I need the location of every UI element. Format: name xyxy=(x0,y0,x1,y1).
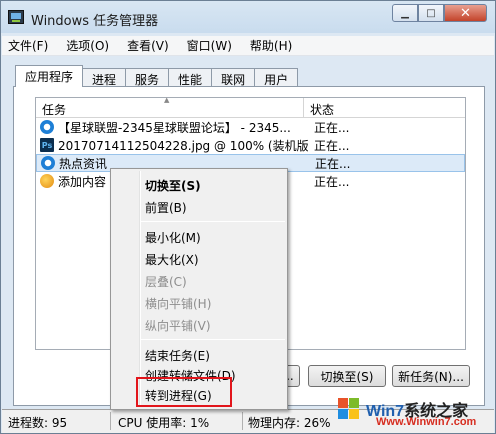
list-header: ▲ 任务 状态 xyxy=(36,96,465,118)
emoji-icon xyxy=(40,174,54,188)
menu-options[interactable]: 选项(O) xyxy=(66,37,109,54)
close-button[interactable]: ✕ xyxy=(444,4,487,22)
menu-item-tile-horizontal: 横向平铺(H) xyxy=(145,297,212,311)
menu-help[interactable]: 帮助(H) xyxy=(250,37,292,54)
tab-applications[interactable]: 应用程序 xyxy=(15,65,84,87)
context-menu: 切换至(S) 前置(B) 最小化(M) 最大化(X) 层叠(C) 横向平铺(H)… xyxy=(110,168,288,410)
menu-item-switch-to[interactable]: 切换至(S) xyxy=(145,177,201,194)
task-status: 正在... xyxy=(314,138,350,153)
ie-icon xyxy=(41,156,55,170)
ie-icon xyxy=(40,120,54,134)
maximize-button[interactable]: □ xyxy=(418,4,444,22)
close-icon: ✕ xyxy=(460,5,471,21)
process-count: 进程数: 95 xyxy=(8,416,68,430)
menu-separator xyxy=(141,221,285,222)
tab-performance[interactable]: 性能 xyxy=(168,68,213,87)
table-row[interactable]: Ps 20170714112504228.jpg @ 100% (装机版,...… xyxy=(36,136,465,154)
task-status: 正在... xyxy=(315,156,351,171)
menu-view[interactable]: 查看(V) xyxy=(127,37,169,54)
table-row[interactable]: 【星球联盟-2345星球联盟论坛】 - 2345... 正在... xyxy=(36,118,465,136)
task-manager-icon xyxy=(8,10,24,24)
windows-logo-icon xyxy=(338,398,360,420)
column-task[interactable]: 任务 xyxy=(36,98,304,118)
column-status[interactable]: 状态 xyxy=(304,98,464,118)
tab-services[interactable]: 服务 xyxy=(125,68,170,87)
new-task-button[interactable]: 新任务(N)... xyxy=(392,365,470,387)
window-title: Windows 任务管理器 xyxy=(31,14,159,29)
status-divider xyxy=(110,412,111,430)
menu-item-minimize[interactable]: 最小化(M) xyxy=(145,229,201,246)
task-name: 【星球联盟-2345星球联盟论坛】 - 2345... xyxy=(58,120,291,135)
menu-item-bring-to-front[interactable]: 前置(B) xyxy=(145,199,187,216)
menu-separator xyxy=(141,339,285,340)
window-controls: ▁ □ ✕ xyxy=(392,4,487,22)
tab-users[interactable]: 用户 xyxy=(254,68,299,87)
task-status: 正在... xyxy=(314,174,350,189)
status-divider xyxy=(242,412,243,430)
menu-item-end-task[interactable]: 结束任务(E) xyxy=(145,347,210,364)
maximize-icon: □ xyxy=(426,7,436,19)
tab-strip: 应用程序 进程 服务 性能 联网 用户 xyxy=(15,65,299,87)
minimize-icon: ▁ xyxy=(401,7,409,19)
menu-item-maximize[interactable]: 最大化(X) xyxy=(145,251,199,268)
watermark-url: Www.Winwin7.com xyxy=(376,416,477,428)
menu-file[interactable]: 文件(F) xyxy=(8,37,48,54)
tab-processes[interactable]: 进程 xyxy=(82,68,127,87)
sort-up-icon: ▲ xyxy=(164,96,170,104)
minimize-button[interactable]: ▁ xyxy=(392,4,418,22)
menu-item-cascade: 层叠(C) xyxy=(145,275,187,289)
title-bar[interactable]: Windows 任务管理器 ▁ □ ✕ xyxy=(1,1,495,33)
menu-item-tile-vertical: 纵向平铺(V) xyxy=(145,319,211,333)
photoshop-icon: Ps xyxy=(40,138,54,152)
cpu-usage: CPU 使用率: 1% xyxy=(118,416,210,430)
watermark: Win7系统之家 Www.Winwin7.com xyxy=(338,398,494,432)
menu-bar: 文件(F) 选项(O) 查看(V) 窗口(W) 帮助(H) xyxy=(2,36,494,56)
tab-networking[interactable]: 联网 xyxy=(211,68,256,87)
memory-usage: 物理内存: 26% xyxy=(248,416,331,430)
menu-window[interactable]: 窗口(W) xyxy=(187,37,232,54)
task-status: 正在... xyxy=(314,120,350,135)
task-name: 20170714112504228.jpg @ 100% (装机版,... xyxy=(58,138,308,153)
highlight-box xyxy=(136,377,232,407)
switch-to-button[interactable]: 切换至(S) xyxy=(308,365,386,387)
